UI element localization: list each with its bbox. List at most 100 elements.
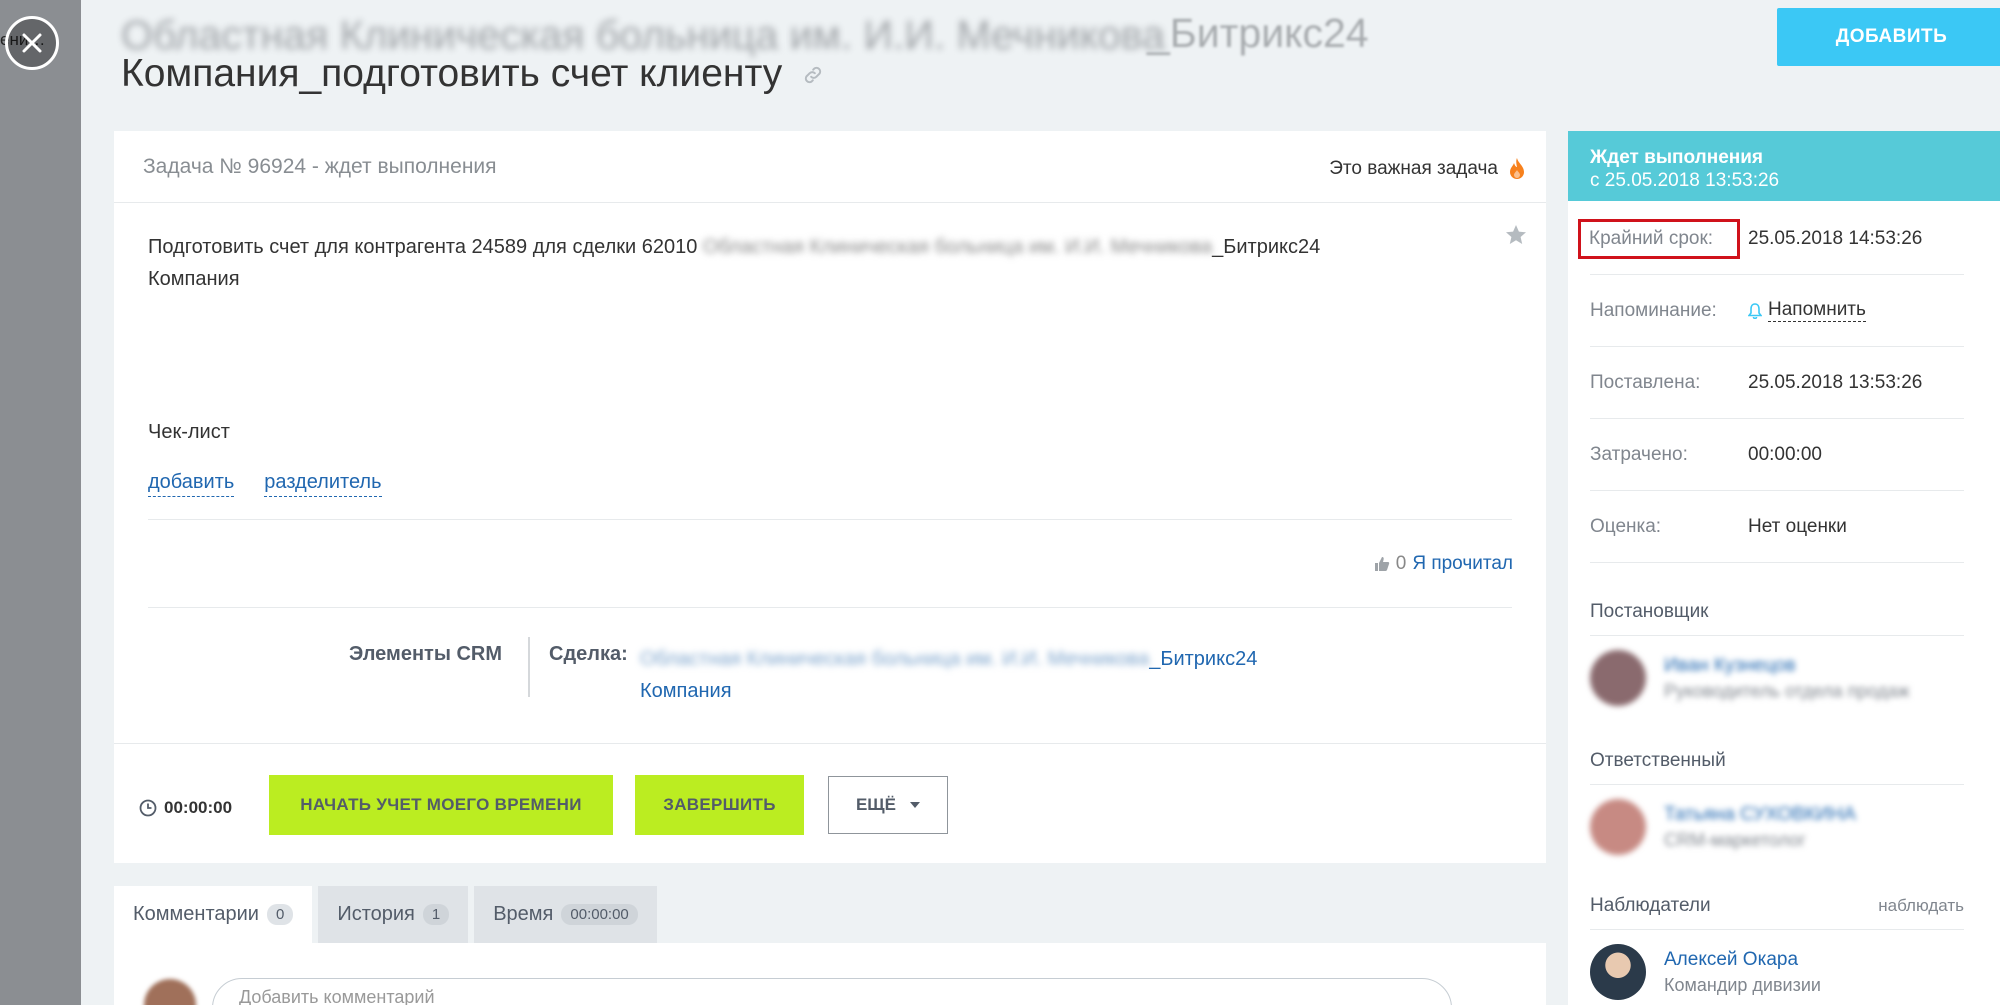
creator-heading: Постановщик (1590, 588, 1964, 636)
watchers-heading-row: Наблюдатели наблюдать (1590, 882, 1964, 930)
spent-label: Затрачено: (1590, 443, 1688, 465)
start-time-tracking-button[interactable]: НАЧАТЬ УЧЕТ МОЕГО ВРЕМЕНИ (269, 775, 613, 835)
status-bar: Ждет выполнения с 25.05.2018 13:53:26 (1568, 131, 2000, 201)
bell-icon (1748, 302, 1762, 319)
checklist-title: Чек-лист (148, 421, 230, 443)
divider (148, 519, 1512, 520)
close-slider-button[interactable] (5, 16, 59, 70)
comment-area: Добавить комментарий (114, 943, 1546, 1005)
task-card: Задача № 96924 - ждет выполнения Это важ… (114, 131, 1546, 863)
spent-value: 00:00:00 (1748, 443, 1822, 465)
copy-link-icon[interactable] (802, 52, 824, 96)
more-button[interactable]: ЕЩЁ (828, 776, 948, 834)
i-read-link[interactable]: Я прочитал (1412, 553, 1513, 575)
responsible-section: Ответственный Татьяна СУХОВКИНА CRM-марк… (1590, 737, 1964, 855)
crm-deal-line2: Компания (640, 680, 732, 702)
favorite-star-icon[interactable] (1504, 223, 1528, 252)
tab-badge: 0 (266, 904, 294, 925)
responsible-role: CRM-маркетолог (1664, 830, 1806, 850)
more-button-label: ЕЩЁ (855, 795, 897, 814)
crm-elements-label: Элементы CRM (349, 643, 503, 665)
description-tail: _Битрикс24 (1212, 236, 1321, 258)
remind-link[interactable]: Напомнить (1768, 299, 1866, 322)
task-number-status: Задача № 96924 - ждет выполнения (143, 155, 497, 178)
tab-label: Комментарии (133, 903, 259, 925)
fire-icon (1510, 158, 1524, 179)
important-task-label: Это важная задача (1329, 158, 1498, 179)
timer-value: 00:00:00 (164, 798, 233, 817)
comment-input[interactable]: Добавить комментарий (212, 978, 1452, 1005)
likes-count: 0 (1395, 553, 1407, 574)
divider (148, 607, 1512, 608)
responsible-person[interactable]: Татьяна СУХОВКИНА CRM-маркетолог (1590, 799, 1964, 855)
add-button-label: ДОБАВИТЬ (1835, 26, 1948, 47)
watcher-person[interactable]: Алексей Окара Командир дивизии (1590, 944, 1964, 1000)
responsible-name[interactable]: Татьяна СУХОВКИНА (1664, 802, 1856, 828)
task-tabs: Комментарии 0 История 1 Время 00:00:00 (114, 886, 657, 943)
reminder-label: Напоминание: (1590, 299, 1717, 321)
thumbs-up-icon[interactable] (1374, 556, 1390, 572)
watchers-heading: Наблюдатели (1590, 894, 1711, 916)
status-since: с 25.05.2018 13:53:26 (1590, 170, 1780, 191)
description-line2: Компания (148, 268, 240, 290)
divider (114, 743, 1546, 744)
overlay-left-strip: ени… (0, 0, 81, 1005)
crm-deal-link[interactable]: Областная Клиническая больница им. И.И. … (640, 643, 1340, 707)
description-text: Подготовить счет для контрагента 24589 д… (148, 236, 698, 258)
time-tracker: 00:00:00 (139, 798, 232, 818)
finish-button[interactable]: ЗАВЕРШИТЬ (635, 775, 804, 835)
avatar (144, 979, 196, 1005)
title-tail: _Битрикс24 (1147, 10, 1369, 56)
creator-person[interactable]: Иван Кузнецов Руководитель отдела продаж (1590, 650, 1964, 706)
status-title: Ждет выполнения (1590, 147, 1764, 168)
task-slider: Областная Клиническая больница им. И.И. … (81, 0, 2000, 1005)
prop-deadline: Крайний срок: 25.05.2018 14:53:26 (1578, 203, 1964, 275)
prop-spent: Затрачено: 00:00:00 (1590, 419, 1964, 491)
deadline-value[interactable]: 25.05.2018 14:53:26 (1748, 228, 1922, 250)
tab-badge: 1 (422, 904, 450, 925)
watcher-role: Командир дивизии (1664, 975, 1821, 995)
creator-role: Руководитель отдела продаж (1664, 681, 1910, 701)
task-properties: Крайний срок: 25.05.2018 14:53:26 Напоми… (1578, 203, 1964, 563)
prop-reminder: Напоминание: Напомнить (1590, 275, 1964, 347)
responsible-heading: Ответственный (1590, 737, 1964, 785)
creator-section: Постановщик Иван Кузнецов Руководитель о… (1590, 588, 1964, 706)
checklist-separator-link[interactable]: разделитель (264, 471, 382, 497)
deadline-label-highlighted: Крайний срок: (1578, 218, 1740, 259)
crm-deal-tail: _Битрикс24 (1149, 648, 1258, 670)
checklist-actions: добавить разделитель (148, 471, 382, 497)
description-blurred: Областная Клиническая больница им. И.И. … (702, 236, 1213, 258)
tab-time[interactable]: Время 00:00:00 (474, 886, 657, 943)
crm-divider (528, 637, 530, 697)
rating-value[interactable]: Нет оценки (1748, 516, 1847, 538)
tab-history[interactable]: История 1 (318, 886, 469, 943)
crm-deal-blurred: Областная Клиническая больница им. И.И. … (640, 648, 1150, 670)
created-label: Поставлена: (1590, 371, 1701, 393)
watchers-section: Наблюдатели наблюдать Алексей Окара Кома… (1590, 882, 1964, 1000)
tab-label: Время (493, 903, 554, 925)
reminder-value: Напомнить (1748, 299, 1866, 322)
caret-down-icon (910, 802, 921, 808)
task-card-header: Задача № 96924 - ждет выполнения Это важ… (114, 131, 1546, 203)
watcher-name[interactable]: Алексей Окара (1664, 947, 1821, 973)
prop-rating: Оценка: Нет оценки (1590, 491, 1964, 563)
task-sidebar: Ждет выполнения с 25.05.2018 13:53:26 Кр… (1568, 131, 2000, 1005)
tab-badge: 00:00:00 (561, 904, 638, 925)
created-value: 25.05.2018 13:53:26 (1748, 371, 1923, 393)
checklist-add-link[interactable]: добавить (148, 471, 235, 497)
avatar (1590, 799, 1646, 855)
close-icon (22, 33, 42, 53)
important-task-toggle[interactable]: Это важная задача (1329, 157, 1526, 181)
page-title-text: Компания_подготовить счет клиенту (121, 52, 783, 95)
clock-icon (139, 799, 157, 817)
creator-name[interactable]: Иван Кузнецов (1664, 653, 1910, 679)
page-title: Компания_подготовить счет клиенту (121, 52, 824, 96)
tab-label: История (337, 903, 415, 925)
read-row: 0 Я прочитал (1374, 553, 1513, 575)
crm-deal-label: Сделка: (549, 643, 628, 665)
tab-comments[interactable]: Комментарии 0 (114, 886, 313, 943)
add-button[interactable]: ДОБАВИТЬ (1777, 8, 2000, 66)
task-description: Подготовить счет для контрагента 24589 д… (148, 231, 1468, 295)
watch-link[interactable]: наблюдать (1878, 896, 1964, 916)
avatar (1590, 650, 1646, 706)
